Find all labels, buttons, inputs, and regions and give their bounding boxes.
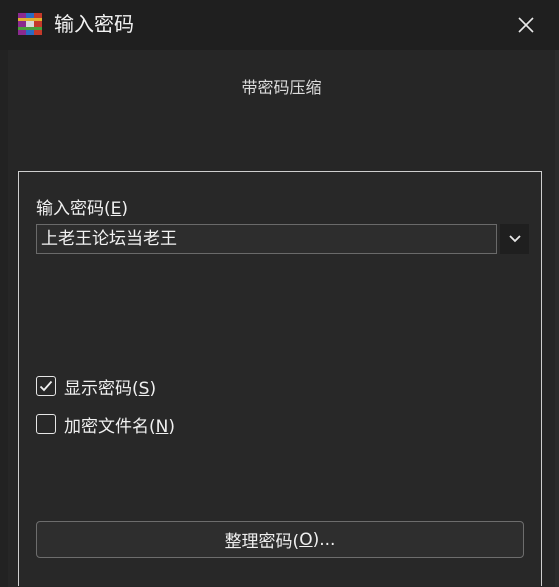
- show-password-label: 显示密码(S): [64, 378, 157, 399]
- password-label: 输入密码(E): [36, 199, 129, 219]
- password-dialog-window: 输入密码 带密码压缩 输入密码(E) 上老王论坛当老王 显示密码(S) 加密文件…: [0, 0, 559, 587]
- password-history-dropdown[interactable]: [500, 224, 529, 254]
- dialog-heading: 带密码压缩: [241, 78, 322, 97]
- checkmark-icon: [39, 380, 53, 392]
- password-group-box: 输入密码(E) 上老王论坛当老王 显示密码(S) 加密文件名(N) 整理密码(…: [18, 171, 542, 586]
- encrypt-filenames-option[interactable]: 加密文件名(N): [36, 412, 175, 437]
- dialog-body: 带密码压缩 输入密码(E) 上老王论坛当老王 显示密码(S) 加密文件名(N) …: [8, 50, 555, 587]
- show-password-option[interactable]: 显示密码(S): [36, 374, 157, 399]
- encrypt-filenames-label: 加密文件名(N): [64, 416, 175, 437]
- close-button[interactable]: [508, 9, 544, 41]
- title-bar: 输入密码: [0, 0, 559, 50]
- background-edge-left: [0, 50, 8, 587]
- password-input[interactable]: 上老王论坛当老王: [36, 224, 497, 254]
- winrar-app-icon: [18, 13, 42, 35]
- chevron-down-icon: [508, 235, 521, 243]
- background-edge-right: [555, 50, 559, 587]
- encrypt-filenames-checkbox[interactable]: [36, 414, 56, 434]
- show-password-checkbox[interactable]: [36, 376, 56, 396]
- close-icon: [518, 17, 534, 33]
- window-title: 输入密码: [54, 12, 134, 36]
- organize-passwords-button[interactable]: 整理密码(O)...: [36, 521, 524, 558]
